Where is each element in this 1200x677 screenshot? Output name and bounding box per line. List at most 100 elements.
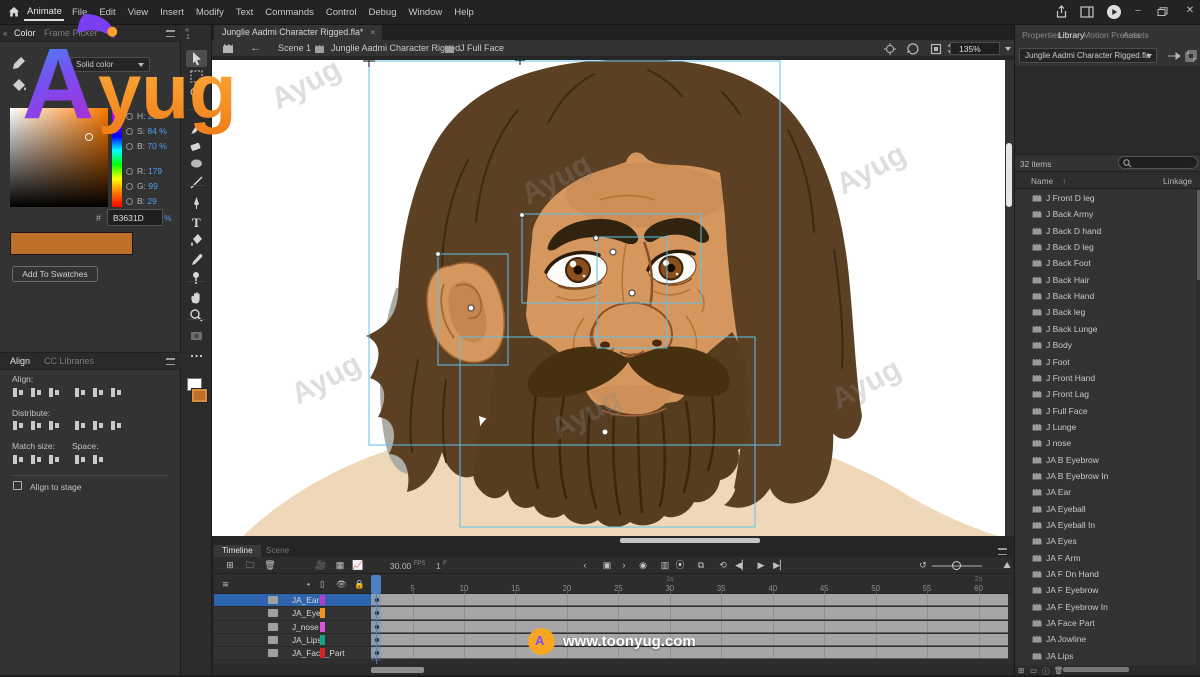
test-movie-icon[interactable] xyxy=(1106,4,1122,20)
outline-col-icon[interactable]: ▯ xyxy=(320,579,325,590)
align-button[interactable] xyxy=(90,453,107,466)
stroke-color-icon[interactable] xyxy=(12,56,26,70)
align-to-stage-checkbox[interactable] xyxy=(13,481,22,490)
library-item[interactable]: J Front D leg xyxy=(1015,190,1200,206)
library-item[interactable]: J Back Hand xyxy=(1015,288,1200,304)
breadcrumb-symbol[interactable]: Junglie Aadmi Character Rigged xyxy=(331,40,460,57)
play-icon[interactable]: ▶ xyxy=(754,559,768,571)
new-folder-icon[interactable]: ▭ xyxy=(1030,666,1037,675)
layer-frames-JA_Ear[interactable] xyxy=(371,594,1008,607)
paint-bucket-tool[interactable] xyxy=(186,232,207,249)
align-button[interactable] xyxy=(28,386,45,399)
edit-multiple-frames-icon[interactable]: ▣ xyxy=(600,559,614,571)
color-row-s[interactable]: S: 84 % xyxy=(126,126,167,138)
workspace-icon[interactable] xyxy=(1080,6,1094,18)
library-item[interactable]: JA F Dn Hand xyxy=(1015,566,1200,582)
library-item[interactable]: JA F Arm xyxy=(1015,550,1200,566)
menu-modify[interactable]: Modify xyxy=(190,7,230,18)
align-button[interactable] xyxy=(10,419,27,432)
delete-layer-icon[interactable]: 🗑 xyxy=(263,559,277,571)
step-forward-icon[interactable]: ▶▏ xyxy=(773,559,787,571)
tab-properties[interactable]: Properties xyxy=(1022,30,1061,40)
menu-debug[interactable]: Debug xyxy=(363,7,403,18)
layer-row-J_nose[interactable]: J_nose xyxy=(214,621,371,634)
fill-color-icon[interactable] xyxy=(12,78,27,92)
pin-icon[interactable] xyxy=(1167,51,1181,61)
library-item[interactable]: JA F Eyebrow xyxy=(1015,582,1200,598)
line-tool[interactable] xyxy=(186,174,207,191)
panel-menu-icon[interactable] xyxy=(166,30,175,37)
zoom-tool[interactable] xyxy=(186,307,207,324)
hand-tool[interactable] xyxy=(186,289,207,306)
library-item[interactable]: J Back D hand xyxy=(1015,223,1200,239)
menu-control[interactable]: Control xyxy=(320,7,363,18)
step-back-icon[interactable]: ◀▏ xyxy=(735,559,749,571)
menu-window[interactable]: Window xyxy=(403,7,449,18)
panel-menu-icon[interactable] xyxy=(166,358,175,365)
align-button[interactable] xyxy=(90,419,107,432)
asset-warp-tool[interactable] xyxy=(186,269,207,286)
align-button[interactable] xyxy=(90,386,107,399)
tab-color[interactable]: Color xyxy=(14,25,36,42)
library-item[interactable]: JA Eyeball In xyxy=(1015,517,1200,533)
new-folder-icon[interactable]: 🗀 xyxy=(243,559,257,571)
tab-assets[interactable]: Assets xyxy=(1123,30,1149,40)
fit-timeline-icon[interactable]: ⛰ xyxy=(1000,559,1014,571)
hex-input[interactable]: B3631D xyxy=(107,209,163,226)
pen-tool[interactable] xyxy=(186,195,207,212)
text-tool[interactable]: T xyxy=(186,214,207,231)
align-button[interactable] xyxy=(28,419,45,432)
eraser-tool[interactable] xyxy=(186,137,207,154)
color-row-h[interactable]: H: 28 ° xyxy=(126,111,163,123)
lock-col-icon[interactable]: 🔒 xyxy=(354,579,365,590)
zoom-level-input[interactable]: 135% xyxy=(950,42,1000,55)
new-library-icon[interactable] xyxy=(1185,50,1197,62)
align-button[interactable] xyxy=(10,453,27,466)
restore-button[interactable] xyxy=(1157,7,1168,17)
tab-timeline[interactable]: Timeline xyxy=(214,545,261,557)
selection-tool[interactable] xyxy=(186,50,207,67)
align-button[interactable] xyxy=(108,419,125,432)
layer-row-JA_Eyes[interactable]: JA_Eyes xyxy=(214,607,371,620)
reset-zoom-icon[interactable]: ↺ xyxy=(916,559,930,571)
library-item[interactable]: JA Eyeball xyxy=(1015,501,1200,517)
color-type-dropdown[interactable]: Solid color xyxy=(70,57,150,72)
more-tool[interactable] xyxy=(186,347,207,364)
loop-range-icon[interactable]: ⧉ xyxy=(694,559,708,571)
breadcrumb-scene[interactable]: Scene 1 xyxy=(278,40,311,57)
color-row-g[interactable]: G: 99 xyxy=(126,181,158,193)
library-vertical-scrollbar[interactable] xyxy=(1196,190,1200,665)
library-item[interactable]: J Full Face xyxy=(1015,403,1200,419)
back-arrow-icon[interactable]: ← xyxy=(250,40,261,57)
library-item[interactable]: JA Jowline xyxy=(1015,631,1200,647)
timeline-zoom-slider[interactable] xyxy=(952,561,961,570)
layer-row-JA_Lips[interactable]: JA_Lips xyxy=(214,634,371,647)
clip-content-icon[interactable] xyxy=(930,43,942,55)
fps-value[interactable]: 30.00 FPS xyxy=(390,561,425,571)
library-item[interactable]: J Lunge xyxy=(1015,419,1200,435)
library-item[interactable]: JA B Eyebrow xyxy=(1015,452,1200,468)
app-menu-animate[interactable]: Animate xyxy=(27,6,62,17)
highlight-col-icon[interactable]: • xyxy=(307,579,310,589)
align-button[interactable] xyxy=(10,386,27,399)
close-button[interactable]: ✕ xyxy=(1176,0,1200,22)
prev-keyframe-icon[interactable]: ‹ xyxy=(578,559,592,571)
menu-commands[interactable]: Commands xyxy=(259,7,320,18)
picker-cursor[interactable] xyxy=(85,133,93,141)
library-item[interactable]: J Front Hand xyxy=(1015,370,1200,386)
free-transform-tool[interactable] xyxy=(186,68,207,85)
onion-outline-icon[interactable]: ▥ xyxy=(658,559,672,571)
align-button[interactable] xyxy=(28,453,45,466)
library-item[interactable]: J Foot xyxy=(1015,354,1200,370)
tab-cc-libraries[interactable]: CC Libraries xyxy=(44,353,94,370)
onion-range-icon[interactable]: ⦿ xyxy=(673,559,687,571)
home-icon[interactable] xyxy=(8,6,20,18)
camera-tool[interactable] xyxy=(186,327,207,344)
next-keyframe-icon[interactable]: › xyxy=(617,559,631,571)
camera-icon[interactable]: 🎥 xyxy=(314,559,328,571)
library-item[interactable]: J Front Lag xyxy=(1015,386,1200,402)
lasso-tool[interactable] xyxy=(186,85,207,102)
eyedropper-tool[interactable] xyxy=(186,251,207,268)
tab-library[interactable]: Library xyxy=(1058,30,1084,40)
tab-scene[interactable]: Scene xyxy=(266,545,289,557)
